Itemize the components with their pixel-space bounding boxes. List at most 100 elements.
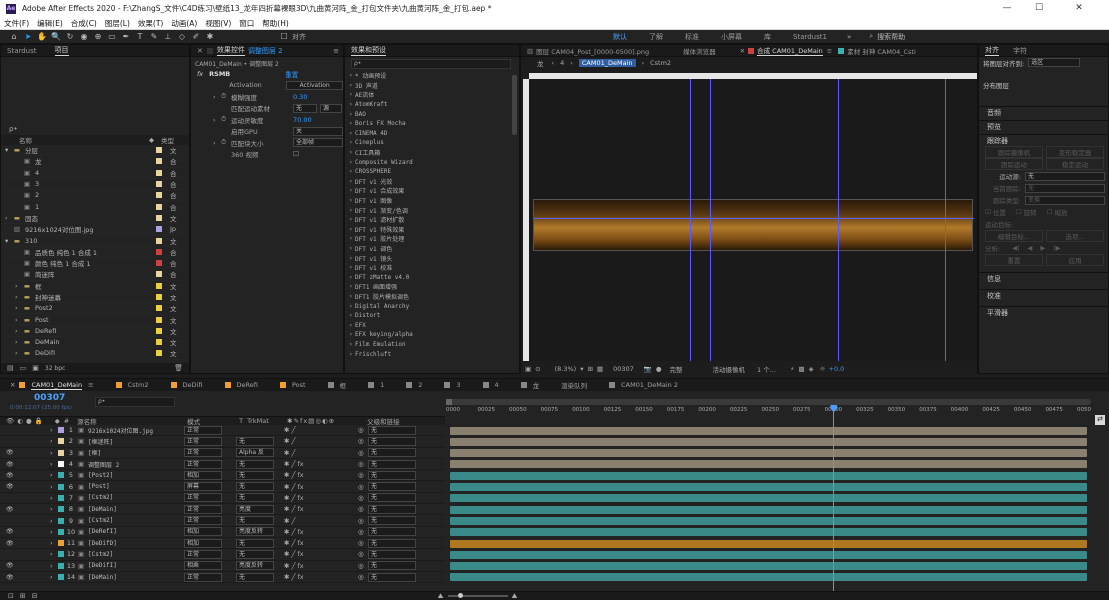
effect-category[interactable]: › DFT1 胶片模拟调色 (345, 292, 519, 302)
menu-item[interactable]: 效果(T) (138, 18, 163, 29)
label-color-swatch[interactable] (156, 260, 162, 267)
list-item[interactable]: ▣ 1 合 (1, 201, 189, 213)
parent-pickwhip-icon[interactable]: ◎ (358, 517, 368, 525)
tab-project[interactable]: 项目 (54, 45, 69, 56)
layer-duration-bar[interactable] (450, 449, 1087, 458)
close-tab-icon[interactable]: ✕ (740, 47, 745, 55)
trash-icon[interactable]: 🗑 (174, 364, 183, 372)
analyze-forward-frame-icon[interactable]: |▶ (1053, 244, 1060, 252)
tab-effect-controls[interactable]: 效果控件 (216, 45, 245, 56)
edit-target-button[interactable]: 编辑目标... (985, 230, 1043, 242)
layer-switches[interactable]: ✱ ╱ fx (284, 550, 358, 558)
track-matte-dropdown[interactable]: 无 (236, 516, 274, 526)
analyze-forward-icon[interactable]: ▶ (1040, 244, 1045, 252)
disclosure-arrow-icon[interactable]: › (50, 483, 58, 491)
timeline-zoom-slider[interactable] (447, 593, 508, 598)
menu-item[interactable]: 视图(V) (205, 18, 231, 29)
label-color-swatch[interactable] (156, 169, 162, 176)
analyze-back-icon[interactable]: ◀ (1027, 244, 1032, 252)
blend-mode-dropdown[interactable]: 屏幕 (184, 482, 222, 492)
effect-property-dropdown[interactable]: 关 (293, 126, 343, 136)
checkbox[interactable]: ☐ (293, 150, 299, 158)
track-matte-dropdown[interactable]: 无 (236, 549, 274, 559)
tab-media-browser[interactable]: 媒体浏览器 (683, 46, 716, 56)
close-tab-icon[interactable]: ✕ (10, 381, 15, 389)
list-item[interactable]: ▣ 4 合 (1, 168, 189, 179)
zoom-dropdown[interactable]: (8.3%) (555, 365, 577, 373)
list-item[interactable]: ▾ ▬ 310 文 (1, 235, 189, 247)
show-channel-icon[interactable]: ● (656, 365, 662, 373)
column-type[interactable]: 类型 (161, 135, 174, 145)
disclosure-arrow-icon[interactable]: ▾ (5, 237, 12, 245)
current-frame[interactable]: 00307 (613, 365, 634, 373)
always-preview-icon[interactable]: ▣ (525, 365, 531, 373)
list-item[interactable]: › ▬ 框 文 (1, 281, 189, 292)
toggle-modes-icon[interactable]: ⊞ (20, 592, 26, 600)
rotation-checkbox[interactable]: ☐ (1016, 208, 1022, 216)
disclosure-arrow-icon[interactable]: › (50, 539, 58, 547)
parent-pickwhip-icon[interactable]: ◎ (358, 505, 368, 513)
bpc-label[interactable]: 32 bpc (45, 365, 65, 372)
disclosure-arrow-icon[interactable]: › (15, 293, 22, 301)
layer-switches[interactable]: ✱ ╱ (284, 517, 358, 525)
list-item[interactable]: › ▬ DeMain 文 (1, 337, 189, 349)
effect-category[interactable]: › EFX (345, 320, 519, 330)
menu-item[interactable]: 动画(A) (171, 18, 197, 29)
visibility-eye-icon[interactable]: 👁 (6, 449, 18, 456)
parent-pickwhip-icon[interactable]: ◎ (358, 573, 368, 581)
guide-line[interactable] (710, 79, 711, 361)
disclosure-arrow-icon[interactable]: › (50, 550, 58, 558)
menu-item[interactable]: 文件(F) (4, 18, 29, 29)
list-item[interactable]: ▣ 颜色 纯色 1 合成 1 合 (1, 258, 189, 270)
3d-draft-icon[interactable]: ◈ (809, 365, 814, 373)
parent-dropdown[interactable]: 无 (368, 425, 416, 435)
toggle-switches-icon[interactable]: ⊡ (8, 592, 14, 600)
blend-mode-dropdown[interactable]: 正常 (184, 436, 222, 446)
list-item[interactable]: › ▬ Post 文 (1, 314, 189, 326)
parent-pickwhip-icon[interactable]: ◎ (358, 471, 368, 479)
effect-category[interactable]: › AtomKraft (345, 100, 519, 110)
table-row[interactable]: 👁 › 14 ▣ [DeMain] 正常无 ✱ ╱ fx ◎ 无 (0, 572, 445, 584)
disclosure-arrow-icon[interactable]: › (15, 316, 22, 324)
search-help-input[interactable]: 搜索帮助 (877, 32, 905, 42)
effect-category[interactable]: › DFT v1 图像 (345, 196, 519, 206)
blend-mode-dropdown[interactable]: 正常 (184, 425, 222, 435)
disclosure-arrow-icon[interactable]: › (15, 327, 22, 335)
table-row[interactable]: 👁 › 8 ▣ [DeMain] 正常 亮度 ✱ ╱ fx ◎ 无 (0, 504, 445, 516)
visibility-eye-icon[interactable]: 👁 (6, 562, 18, 569)
effect-property-value[interactable]: 0.30 (293, 93, 307, 101)
disclosure-arrow-icon[interactable]: › (50, 437, 58, 445)
project-search[interactable]: ρ• (1, 123, 189, 135)
menu-item[interactable]: 合成(C) (71, 18, 97, 29)
blend-mode-dropdown[interactable]: 相加 (184, 527, 222, 537)
table-row[interactable]: › 12 ▣ [Cstm2] 正常无 ✱ ╱ fx ◎ 无 (0, 549, 445, 561)
layer-switches[interactable]: ✱ ╱ fx (284, 562, 358, 570)
fast-preview-icon[interactable]: ⚡ (790, 365, 795, 373)
layer-duration-bar[interactable] (450, 505, 1087, 514)
blend-mode-dropdown[interactable]: 正常 (184, 549, 222, 559)
track-type-dropdown[interactable]: 变换 (1025, 195, 1105, 205)
table-row[interactable]: 👁 › 10 ▣ [DeRefI] 相加 亮度反转 ✱ ╱ fx ◎ 无 (0, 527, 445, 538)
parent-dropdown[interactable]: 无 (368, 459, 416, 469)
visibility-eye-icon[interactable]: 👁 (6, 540, 18, 547)
disclosure-arrow-icon[interactable]: › (50, 460, 58, 468)
activation-button[interactable]: Activation (286, 80, 343, 90)
layer-duration-bar[interactable] (450, 483, 1087, 491)
list-item[interactable]: › ▬ 封神迷幕 文 (1, 292, 189, 304)
breadcrumb-4[interactable]: 4 (560, 59, 564, 67)
blend-mode-dropdown[interactable]: 正常 (184, 493, 222, 503)
breadcrumb-dragon[interactable]: 龙 (537, 58, 544, 68)
menu-item[interactable]: 图层(L) (105, 18, 130, 29)
effect-category[interactable]: › CI工具箱 (345, 148, 519, 158)
tab-character[interactable]: 字符 (1013, 46, 1027, 56)
toggle-in-out-icon[interactable]: ⊟ (32, 592, 38, 600)
parent-dropdown[interactable]: 无 (368, 549, 416, 559)
list-item[interactable]: ▣ 3 合 (1, 179, 189, 191)
parent-pickwhip-icon[interactable]: ◎ (358, 449, 368, 457)
table-row[interactable]: › 9 ▣ [Cstm2] 正常无 ✱ ╱ ◎ 无 (0, 515, 445, 527)
list-item[interactable]: › ▬ DeRefI 文 (1, 326, 189, 338)
stabilize-motion-button[interactable]: 稳定运动 (1046, 158, 1104, 170)
clone-stamp-tool-icon[interactable]: ⊥ (162, 31, 174, 43)
table-row[interactable]: 👁 › 5 ▣ [Post2] 相加无 ✱ ╱ fx ◎ 无 (0, 470, 445, 482)
guide-line[interactable] (945, 79, 946, 361)
